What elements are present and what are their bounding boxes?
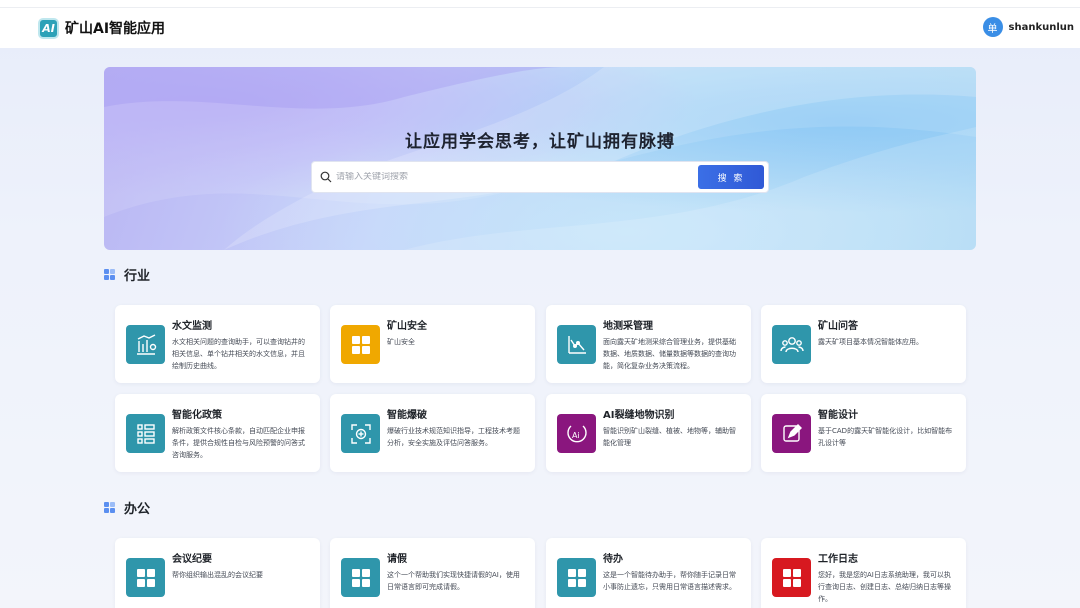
- section-industry-title: 行业: [104, 265, 150, 284]
- card-leave[interactable]: 请假 这个一个帮助我们实现快捷请假的AI，使用日常语言即可完成请假。: [330, 538, 535, 608]
- search-input[interactable]: [336, 172, 698, 182]
- hydrology-chart-icon: [126, 325, 165, 364]
- card-survey-management[interactable]: 地测采管理 面向露天矿地测采综合管理业务，提供基础数据、地质数据、储量数据等数据…: [546, 305, 751, 383]
- section-industry-label: 行业: [124, 269, 151, 284]
- hero-wave-decoration: [104, 67, 976, 250]
- user-menu[interactable]: 单 shankunlun: [982, 17, 1075, 37]
- top-strip: [0, 0, 1080, 8]
- card-meeting-minutes[interactable]: 会议纪要 帮你组织输出混乱的会议纪要: [115, 538, 320, 608]
- grid-app-icon: [341, 325, 380, 364]
- design-edit-icon: [772, 414, 811, 453]
- blast-target-icon: [341, 414, 380, 453]
- card-title: 智能设计: [818, 410, 858, 421]
- card-ai-crack-recognition[interactable]: Ai AI裂缝地物识别 智能识别矿山裂缝、植被、地物等，辅助智能化管理: [546, 394, 751, 472]
- search-bar: 搜 索: [311, 161, 769, 193]
- section-office-title: 办公: [104, 498, 150, 517]
- hero-banner: 让应用学会思考，让矿山拥有脉搏 搜 索: [104, 67, 976, 250]
- card-desc: 爆破行业技术规范知识指导，工程技术考题分析，安全实施及评估问答服务。: [387, 427, 520, 447]
- search-button[interactable]: 搜 索: [698, 165, 764, 189]
- card-title: 水文监测: [172, 321, 212, 332]
- card-work-log[interactable]: 工作日志 您好，我是您的AI日志系统助理，我可以执行查询日志、创建日志、总结归纳…: [761, 538, 966, 608]
- app-logo[interactable]: AI: [38, 17, 59, 39]
- card-desc: 智能识别矿山裂缝、植被、地物等，辅助智能化管理: [603, 427, 736, 447]
- card-title: 智能爆破: [387, 410, 427, 421]
- card-todo[interactable]: 待办 这是一个智能待办助手，帮你随手记录日常小事防止遗忘，只需用日常语言描述需求…: [546, 538, 751, 608]
- grid-app-icon: [557, 558, 596, 597]
- grid-app-icon: [126, 558, 165, 597]
- card-desc: 这个一个帮助我们实现快捷请假的AI，使用日常语言即可完成请假。: [387, 571, 520, 591]
- grid-section-icon: [104, 269, 115, 280]
- ai-recognition-icon: Ai: [557, 414, 596, 453]
- card-title: 待办: [603, 554, 623, 565]
- grid-app-icon: [772, 558, 811, 597]
- card-mine-qa[interactable]: 矿山问答 露天矿项目基本情况智能体应用。: [761, 305, 966, 383]
- card-smart-design[interactable]: 智能设计 基于CAD的露天矿智能化设计，比如智能布孔设计等: [761, 394, 966, 472]
- policy-list-icon: [126, 414, 165, 453]
- grid-app-icon: [341, 558, 380, 597]
- card-desc: 您好，我是您的AI日志系统助理，我可以执行查询日志、创建日志、总结归纳日志等操作…: [818, 571, 951, 603]
- card-mine-safety[interactable]: 矿山安全 矿山安全: [330, 305, 535, 383]
- card-desc: 矿山安全: [387, 338, 415, 346]
- section-office-label: 办公: [124, 502, 151, 517]
- app-title: 矿山AI智能应用: [65, 21, 166, 37]
- card-desc: 基于CAD的露天矿智能化设计，比如智能布孔设计等: [818, 427, 953, 447]
- card-desc: 这是一个智能待办助手，帮你随手记录日常小事防止遗忘，只需用日常语言描述需求。: [603, 571, 736, 591]
- card-desc: 水文相关问题的查询助手，可以查询钻井的相关信息、单个钻井相关的水文信息，并且绘制…: [172, 338, 305, 370]
- card-title: 矿山安全: [387, 321, 427, 332]
- grid-section-icon: [104, 502, 115, 513]
- logo-text: AI: [42, 21, 55, 35]
- card-title: 矿山问答: [818, 321, 858, 332]
- card-desc: 帮你组织输出混乱的会议纪要: [172, 571, 263, 579]
- card-title: 请假: [387, 554, 407, 565]
- search-icon: [320, 171, 332, 183]
- card-smart-policy[interactable]: 智能化政策 解析政策文件核心条款，自动匹配企业申报条件，提供合规性自检与风险预警…: [115, 394, 320, 472]
- hero-title: 让应用学会思考，让矿山拥有脉搏: [405, 132, 675, 152]
- card-desc: 解析政策文件核心条款，自动匹配企业申报条件，提供合规性自检与风险预警的问答式咨询…: [172, 427, 305, 459]
- svg-text:Ai: Ai: [572, 431, 580, 440]
- card-title: 会议纪要: [172, 554, 212, 565]
- card-title: 智能化政策: [172, 410, 222, 421]
- team-people-icon: [772, 325, 811, 364]
- avatar[interactable]: 单: [982, 17, 1003, 37]
- survey-chart-icon: [557, 325, 596, 364]
- card-hydrology[interactable]: 水文监测 水文相关问题的查询助手，可以查询钻井的相关信息、单个钻井相关的水文信息…: [115, 305, 320, 383]
- card-title: AI裂缝地物识别: [603, 410, 675, 421]
- card-title: 工作日志: [818, 554, 858, 565]
- username[interactable]: shankunlun: [1009, 22, 1075, 33]
- card-desc: 面向露天矿地测采综合管理业务，提供基础数据、地质数据、储量数据等数据的查询功能，…: [603, 338, 736, 370]
- card-desc: 露天矿项目基本情况智能体应用。: [818, 338, 923, 346]
- card-smart-blasting[interactable]: 智能爆破 爆破行业技术规范知识指导，工程技术考题分析，安全实施及评估问答服务。: [330, 394, 535, 472]
- app-header: AI 矿山AI智能应用 单 shankunlun: [0, 8, 1080, 48]
- card-title: 地测采管理: [603, 321, 653, 332]
